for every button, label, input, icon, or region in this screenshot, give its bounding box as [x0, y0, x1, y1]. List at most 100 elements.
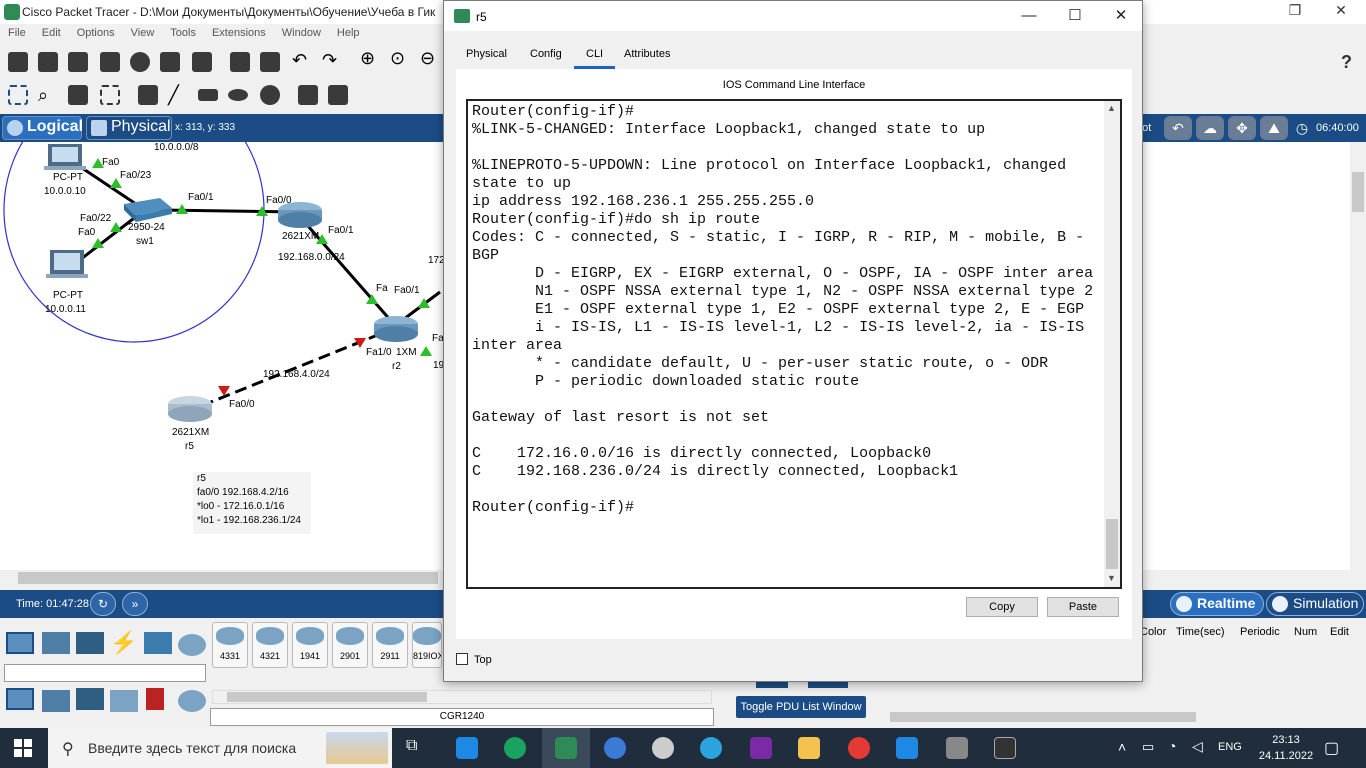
realtime-button[interactable]: Realtime: [1170, 592, 1264, 616]
language-indicator[interactable]: ENG: [1218, 741, 1242, 753]
close-icon[interactable]: ✕: [1106, 5, 1136, 27]
tab-physical[interactable]: Physical: [454, 43, 519, 69]
app-icon[interactable]: [652, 737, 674, 759]
device-tile[interactable]: 2901: [332, 622, 368, 668]
tab-config[interactable]: Config: [518, 43, 574, 69]
vscode-icon[interactable]: [896, 737, 918, 759]
save-icon[interactable]: [68, 52, 88, 72]
fast-forward-icon[interactable]: »: [122, 592, 148, 616]
draw-line-icon[interactable]: ╱: [168, 85, 188, 105]
notifications-icon[interactable]: ▢: [1324, 738, 1339, 758]
menu-help[interactable]: Help: [329, 24, 360, 39]
zoom-reset-icon[interactable]: ⊙: [390, 48, 410, 68]
activity-wizard-icon[interactable]: [192, 52, 212, 72]
back-icon[interactable]: ↶: [1164, 116, 1192, 140]
menu-extensions[interactable]: Extensions: [204, 24, 266, 39]
menu-edit[interactable]: Edit: [34, 24, 61, 39]
device-list-scrollbar[interactable]: [212, 690, 712, 704]
tab-attributes[interactable]: Attributes: [612, 43, 682, 69]
device-tile[interactable]: 4321: [252, 622, 288, 668]
components-icon[interactable]: [76, 632, 104, 654]
terminal-icon[interactable]: [994, 737, 1016, 759]
add-simple-pdu-icon[interactable]: [298, 85, 318, 105]
taskbar-search-box[interactable]: ⚲ Введите здесь текст для поиска: [48, 728, 392, 768]
volume-icon[interactable]: ◁: [1192, 738, 1203, 755]
physical-tab[interactable]: Physical: [86, 116, 172, 140]
logical-tab[interactable]: Logical: [2, 116, 83, 140]
new-file-icon[interactable]: [8, 52, 28, 72]
paste-icon[interactable]: [260, 52, 280, 72]
info-icon[interactable]: [130, 52, 150, 72]
copy-icon[interactable]: [230, 52, 250, 72]
inspect-tool-icon[interactable]: ⌕: [38, 85, 58, 105]
maximize-icon[interactable]: ☐: [1060, 5, 1090, 27]
menu-tools[interactable]: Tools: [162, 24, 196, 39]
freeform-icon[interactable]: [260, 85, 280, 105]
cli-terminal[interactable]: Router(config-if)# %LINK-5-CHANGED: Inte…: [466, 99, 1122, 589]
battery-icon[interactable]: ▭: [1142, 739, 1154, 755]
navigation-icon[interactable]: ✥: [1228, 116, 1256, 140]
copy-button[interactable]: Copy: [966, 597, 1038, 617]
network-devices-icon[interactable]: [6, 632, 34, 654]
edge-icon[interactable]: [504, 737, 526, 759]
taskbar-clock[interactable]: 23:13 24.11.2022: [1254, 732, 1318, 764]
onenote-icon[interactable]: [750, 737, 772, 759]
zoom-in-icon[interactable]: ⊕: [360, 48, 380, 68]
file-explorer-icon[interactable]: [798, 737, 820, 759]
select-tool-icon[interactable]: [8, 85, 28, 105]
device-tile[interactable]: 2911: [372, 622, 408, 668]
tray-expand-icon[interactable]: ˄: [1118, 739, 1126, 755]
device-tile[interactable]: 4331: [212, 622, 248, 668]
draw-rectangle-icon[interactable]: [198, 89, 218, 101]
scroll-thumb[interactable]: [227, 692, 427, 702]
resize-tool-icon[interactable]: [100, 85, 120, 105]
connections-icon[interactable]: ⚡: [110, 630, 138, 655]
telegram-icon[interactable]: [700, 737, 722, 759]
calculator-icon[interactable]: [946, 737, 968, 759]
hubs-icon[interactable]: [76, 688, 104, 710]
menu-view[interactable]: View: [123, 24, 155, 39]
cli-scrollbar[interactable]: ▲ ▼: [1104, 101, 1120, 587]
security-icon[interactable]: [146, 688, 164, 710]
wireless-icon[interactable]: [110, 690, 138, 712]
menu-file[interactable]: File: [0, 24, 26, 39]
minimize-icon[interactable]: —: [1014, 5, 1044, 27]
print-icon[interactable]: [100, 52, 120, 72]
paste-button[interactable]: Paste: [1047, 597, 1119, 617]
scroll-thumb[interactable]: [1106, 519, 1118, 569]
device-search-field[interactable]: [4, 664, 206, 682]
multiuser-icon[interactable]: [178, 634, 206, 656]
scroll-down-icon[interactable]: ▼: [1107, 573, 1116, 583]
simulation-button[interactable]: Simulation: [1266, 592, 1364, 616]
misc-icon[interactable]: [144, 632, 172, 654]
main-restore-icon[interactable]: ❐: [1280, 2, 1310, 22]
undo-icon[interactable]: ↶: [292, 50, 312, 70]
wifi-icon[interactable]: ◔: [1168, 738, 1176, 754]
background-image-icon[interactable]: ⛰: [1260, 116, 1288, 140]
scroll-up-icon[interactable]: ▲: [1107, 103, 1116, 113]
help-icon[interactable]: ?: [1341, 52, 1352, 73]
routers-icon[interactable]: [6, 688, 34, 710]
workspace-vertical-scrollbar[interactable]: [1350, 142, 1366, 570]
packet-tracer-taskbar-icon[interactable]: [555, 737, 577, 759]
device-tile[interactable]: 819IOX: [412, 622, 442, 668]
task-view-icon[interactable]: ⧉: [406, 737, 428, 759]
cli-output[interactable]: Router(config-if)# %LINK-5-CHANGED: Inte…: [472, 103, 1100, 587]
yandex-browser-icon[interactable]: [848, 737, 870, 759]
zoom-out-icon[interactable]: ⊖: [420, 48, 440, 68]
top-checkbox[interactable]: Top: [456, 653, 492, 666]
r5-note[interactable]: r5 fa0/0 192.168.4.2/16 *lo0 - 172.16.0.…: [193, 472, 311, 534]
checkbox-icon[interactable]: [456, 653, 468, 665]
switches-icon[interactable]: [42, 690, 70, 712]
main-close-icon[interactable]: ✕: [1326, 2, 1356, 22]
delete-tool-icon[interactable]: [68, 85, 88, 105]
note-tool-icon[interactable]: [138, 85, 158, 105]
power-cycle-icon[interactable]: ↻: [90, 592, 116, 616]
network-wizard-icon[interactable]: [160, 52, 180, 72]
wan-emulation-icon[interactable]: [178, 690, 206, 712]
windows-start-icon[interactable]: [14, 739, 32, 757]
tab-cli[interactable]: CLI: [574, 43, 616, 69]
toggle-pdu-list-button[interactable]: Toggle PDU List Window: [736, 696, 866, 718]
end-devices-icon[interactable]: [42, 632, 70, 654]
app-icon[interactable]: [604, 737, 626, 759]
